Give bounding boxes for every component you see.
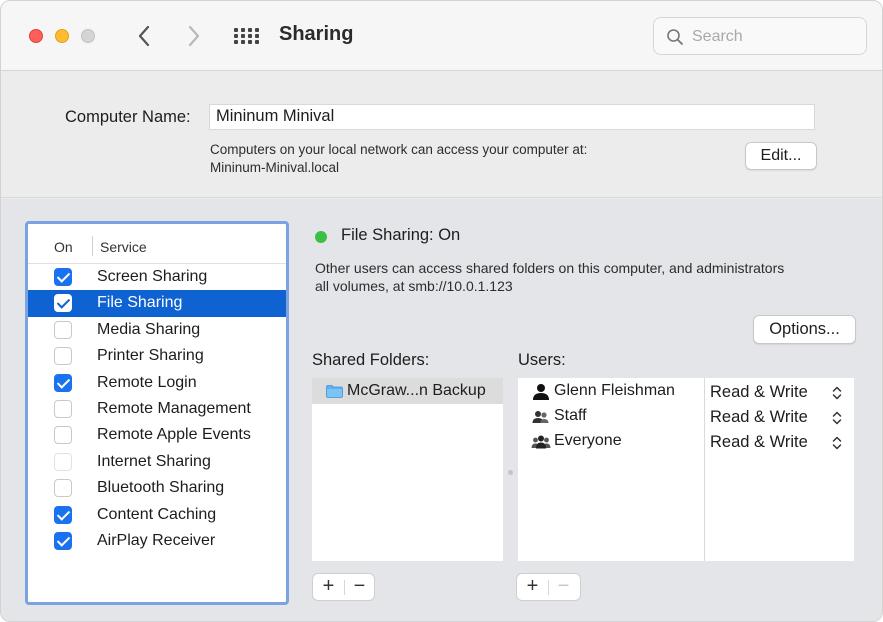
search-icon bbox=[667, 29, 683, 45]
user-name: Staff bbox=[554, 407, 587, 424]
service-row[interactable]: Remote Apple Events bbox=[28, 422, 286, 448]
user-row[interactable]: Glenn Fleishman Read & Write bbox=[518, 380, 854, 405]
options-button[interactable]: Options... bbox=[753, 315, 856, 344]
window-title: Sharing bbox=[279, 23, 354, 45]
search-field[interactable] bbox=[653, 17, 867, 55]
permission-popup[interactable]: Read & Write bbox=[710, 433, 808, 452]
users-label: Users: bbox=[518, 351, 566, 369]
popup-chevron-icon[interactable] bbox=[831, 435, 843, 451]
service-row[interactable]: Media Sharing bbox=[28, 317, 286, 343]
remove-folder-button[interactable]: − bbox=[344, 574, 375, 600]
service-status: File Sharing: On bbox=[341, 226, 461, 244]
service-checkbox[interactable] bbox=[54, 505, 72, 524]
computer-address-help: Computers on your local network can acce… bbox=[210, 141, 690, 177]
service-row[interactable]: Printer Sharing bbox=[28, 343, 286, 369]
popup-chevron-icon[interactable] bbox=[831, 385, 843, 401]
search-input[interactable] bbox=[692, 26, 852, 48]
single-user-icon bbox=[533, 384, 549, 400]
shared-folder-row[interactable]: McGraw...n Backup bbox=[312, 378, 503, 404]
service-label: Internet Sharing bbox=[97, 452, 211, 470]
service-description: Other users can access shared folders on… bbox=[315, 259, 875, 295]
user-row[interactable]: Staff Read & Write bbox=[518, 405, 854, 430]
zoom-window-button[interactable] bbox=[81, 29, 95, 43]
service-row[interactable]: Remote Login bbox=[28, 370, 286, 396]
service-checkbox[interactable] bbox=[54, 294, 72, 313]
service-row[interactable]: File Sharing bbox=[28, 290, 286, 317]
users-list[interactable]: Glenn Fleishman Read & Write Staff Read … bbox=[518, 378, 854, 561]
show-all-grid-icon[interactable] bbox=[233, 27, 259, 45]
service-checkbox[interactable] bbox=[54, 426, 72, 445]
service-list: Screen Sharing File Sharing Media Sharing P… bbox=[28, 264, 286, 554]
service-row[interactable]: Remote Management bbox=[28, 396, 286, 422]
sharing-window: Sharing Computer Name: Mininum Minival C… bbox=[0, 0, 883, 622]
status-indicator-icon bbox=[315, 231, 327, 243]
service-label: Remote Login bbox=[97, 373, 197, 391]
group-icon bbox=[532, 411, 549, 423]
everyone-icon bbox=[531, 435, 551, 449]
sharing-main-section: On Service Screen Sharing File Sharing Med… bbox=[1, 199, 882, 621]
computer-name-section: Computer Name: Mininum Minival Computers… bbox=[1, 72, 882, 198]
column-header-on[interactable]: On bbox=[54, 239, 73, 255]
computer-address-help-line: Computers on your local network can acce… bbox=[210, 142, 588, 157]
user-name: Everyone bbox=[554, 432, 622, 449]
service-label: Remote Management bbox=[97, 399, 251, 417]
shared-folder-name: McGraw...n Backup bbox=[347, 382, 486, 399]
service-address: all volumes, at smb://10.0.1.123 bbox=[315, 278, 513, 294]
service-description-line: Other users can access shared folders on… bbox=[315, 260, 785, 276]
computer-name-label: Computer Name: bbox=[65, 108, 191, 126]
service-checkbox[interactable] bbox=[54, 452, 72, 471]
service-checkbox[interactable] bbox=[54, 347, 72, 366]
service-row[interactable]: Content Caching bbox=[28, 502, 286, 528]
column-divider bbox=[92, 236, 93, 256]
service-row[interactable]: Internet Sharing bbox=[28, 449, 286, 475]
service-list-header: On Service bbox=[28, 224, 286, 264]
service-label: File Sharing bbox=[97, 294, 183, 312]
edit-button[interactable]: Edit... bbox=[745, 142, 817, 170]
service-checkbox[interactable] bbox=[54, 399, 72, 418]
service-checkbox[interactable] bbox=[54, 479, 72, 498]
user-name: Glenn Fleishman bbox=[554, 382, 675, 399]
add-user-button[interactable]: + bbox=[517, 574, 548, 600]
users-add-remove-control: + − bbox=[516, 573, 581, 601]
column-header-service[interactable]: Service bbox=[100, 239, 147, 255]
user-row[interactable]: Everyone Read & Write bbox=[518, 430, 854, 455]
close-window-button[interactable] bbox=[29, 29, 43, 43]
forward-chevron-icon[interactable] bbox=[181, 21, 205, 51]
service-label: Content Caching bbox=[97, 505, 217, 523]
computer-local-address: Mininum-Minival.local bbox=[210, 160, 340, 175]
folder-icon bbox=[326, 385, 343, 398]
minimize-window-button[interactable] bbox=[55, 29, 69, 43]
back-chevron-icon[interactable] bbox=[133, 21, 157, 51]
computer-name-field[interactable]: Mininum Minival bbox=[209, 104, 815, 130]
service-label: Bluetooth Sharing bbox=[97, 479, 225, 497]
service-label: Media Sharing bbox=[97, 320, 201, 338]
service-checkbox[interactable] bbox=[54, 531, 72, 550]
service-list-panel: On Service Screen Sharing File Sharing Med… bbox=[25, 221, 289, 605]
toolbar: Sharing bbox=[1, 1, 882, 71]
permission-popup[interactable]: Read & Write bbox=[710, 408, 808, 427]
shared-folders-label: Shared Folders: bbox=[312, 351, 430, 369]
folders-add-remove-control: + − bbox=[312, 573, 375, 601]
service-row[interactable]: Screen Sharing bbox=[28, 264, 286, 290]
remove-user-button[interactable]: − bbox=[548, 574, 579, 600]
service-label: Printer Sharing bbox=[97, 347, 204, 365]
service-row[interactable]: Bluetooth Sharing bbox=[28, 475, 286, 501]
shared-folders-list[interactable]: McGraw...n Backup bbox=[312, 378, 503, 561]
service-row[interactable]: AirPlay Receiver bbox=[28, 528, 286, 554]
service-label: AirPlay Receiver bbox=[97, 531, 216, 549]
permission-popup[interactable]: Read & Write bbox=[710, 383, 808, 402]
service-label: Remote Apple Events bbox=[97, 426, 251, 444]
split-view-handle[interactable] bbox=[508, 470, 513, 475]
service-checkbox[interactable] bbox=[54, 373, 72, 392]
service-checkbox[interactable] bbox=[54, 268, 72, 286]
service-checkbox[interactable] bbox=[54, 320, 72, 339]
service-label: Screen Sharing bbox=[97, 268, 208, 285]
add-folder-button[interactable]: + bbox=[313, 574, 344, 600]
popup-chevron-icon[interactable] bbox=[831, 410, 843, 426]
